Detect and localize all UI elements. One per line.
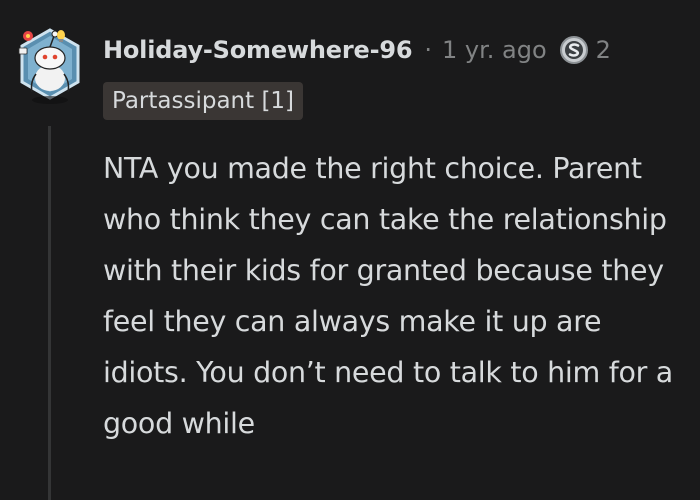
user-flair: Partassipant [1] bbox=[103, 82, 304, 120]
silver-award-icon bbox=[559, 36, 588, 64]
avatar[interactable] bbox=[14, 22, 86, 108]
comment-body: NTA you made the right choice. Parent wh… bbox=[103, 152, 673, 440]
thread-collapse-line[interactable] bbox=[48, 126, 51, 500]
comment: Holiday-Somewhere-96 · 1 yr. ago 2 Parta… bbox=[0, 0, 700, 500]
award-badge[interactable]: 2 bbox=[559, 35, 611, 65]
username-link[interactable]: Holiday-Somewhere-96 bbox=[103, 36, 413, 64]
comment-age[interactable]: 1 yr. ago bbox=[442, 36, 547, 64]
meta-separator: · bbox=[424, 36, 432, 64]
snoo-avatar-icon bbox=[18, 28, 80, 104]
comment-header: Holiday-Somewhere-96 · 1 yr. ago 2 bbox=[103, 30, 611, 70]
award-count: 2 bbox=[595, 36, 611, 64]
